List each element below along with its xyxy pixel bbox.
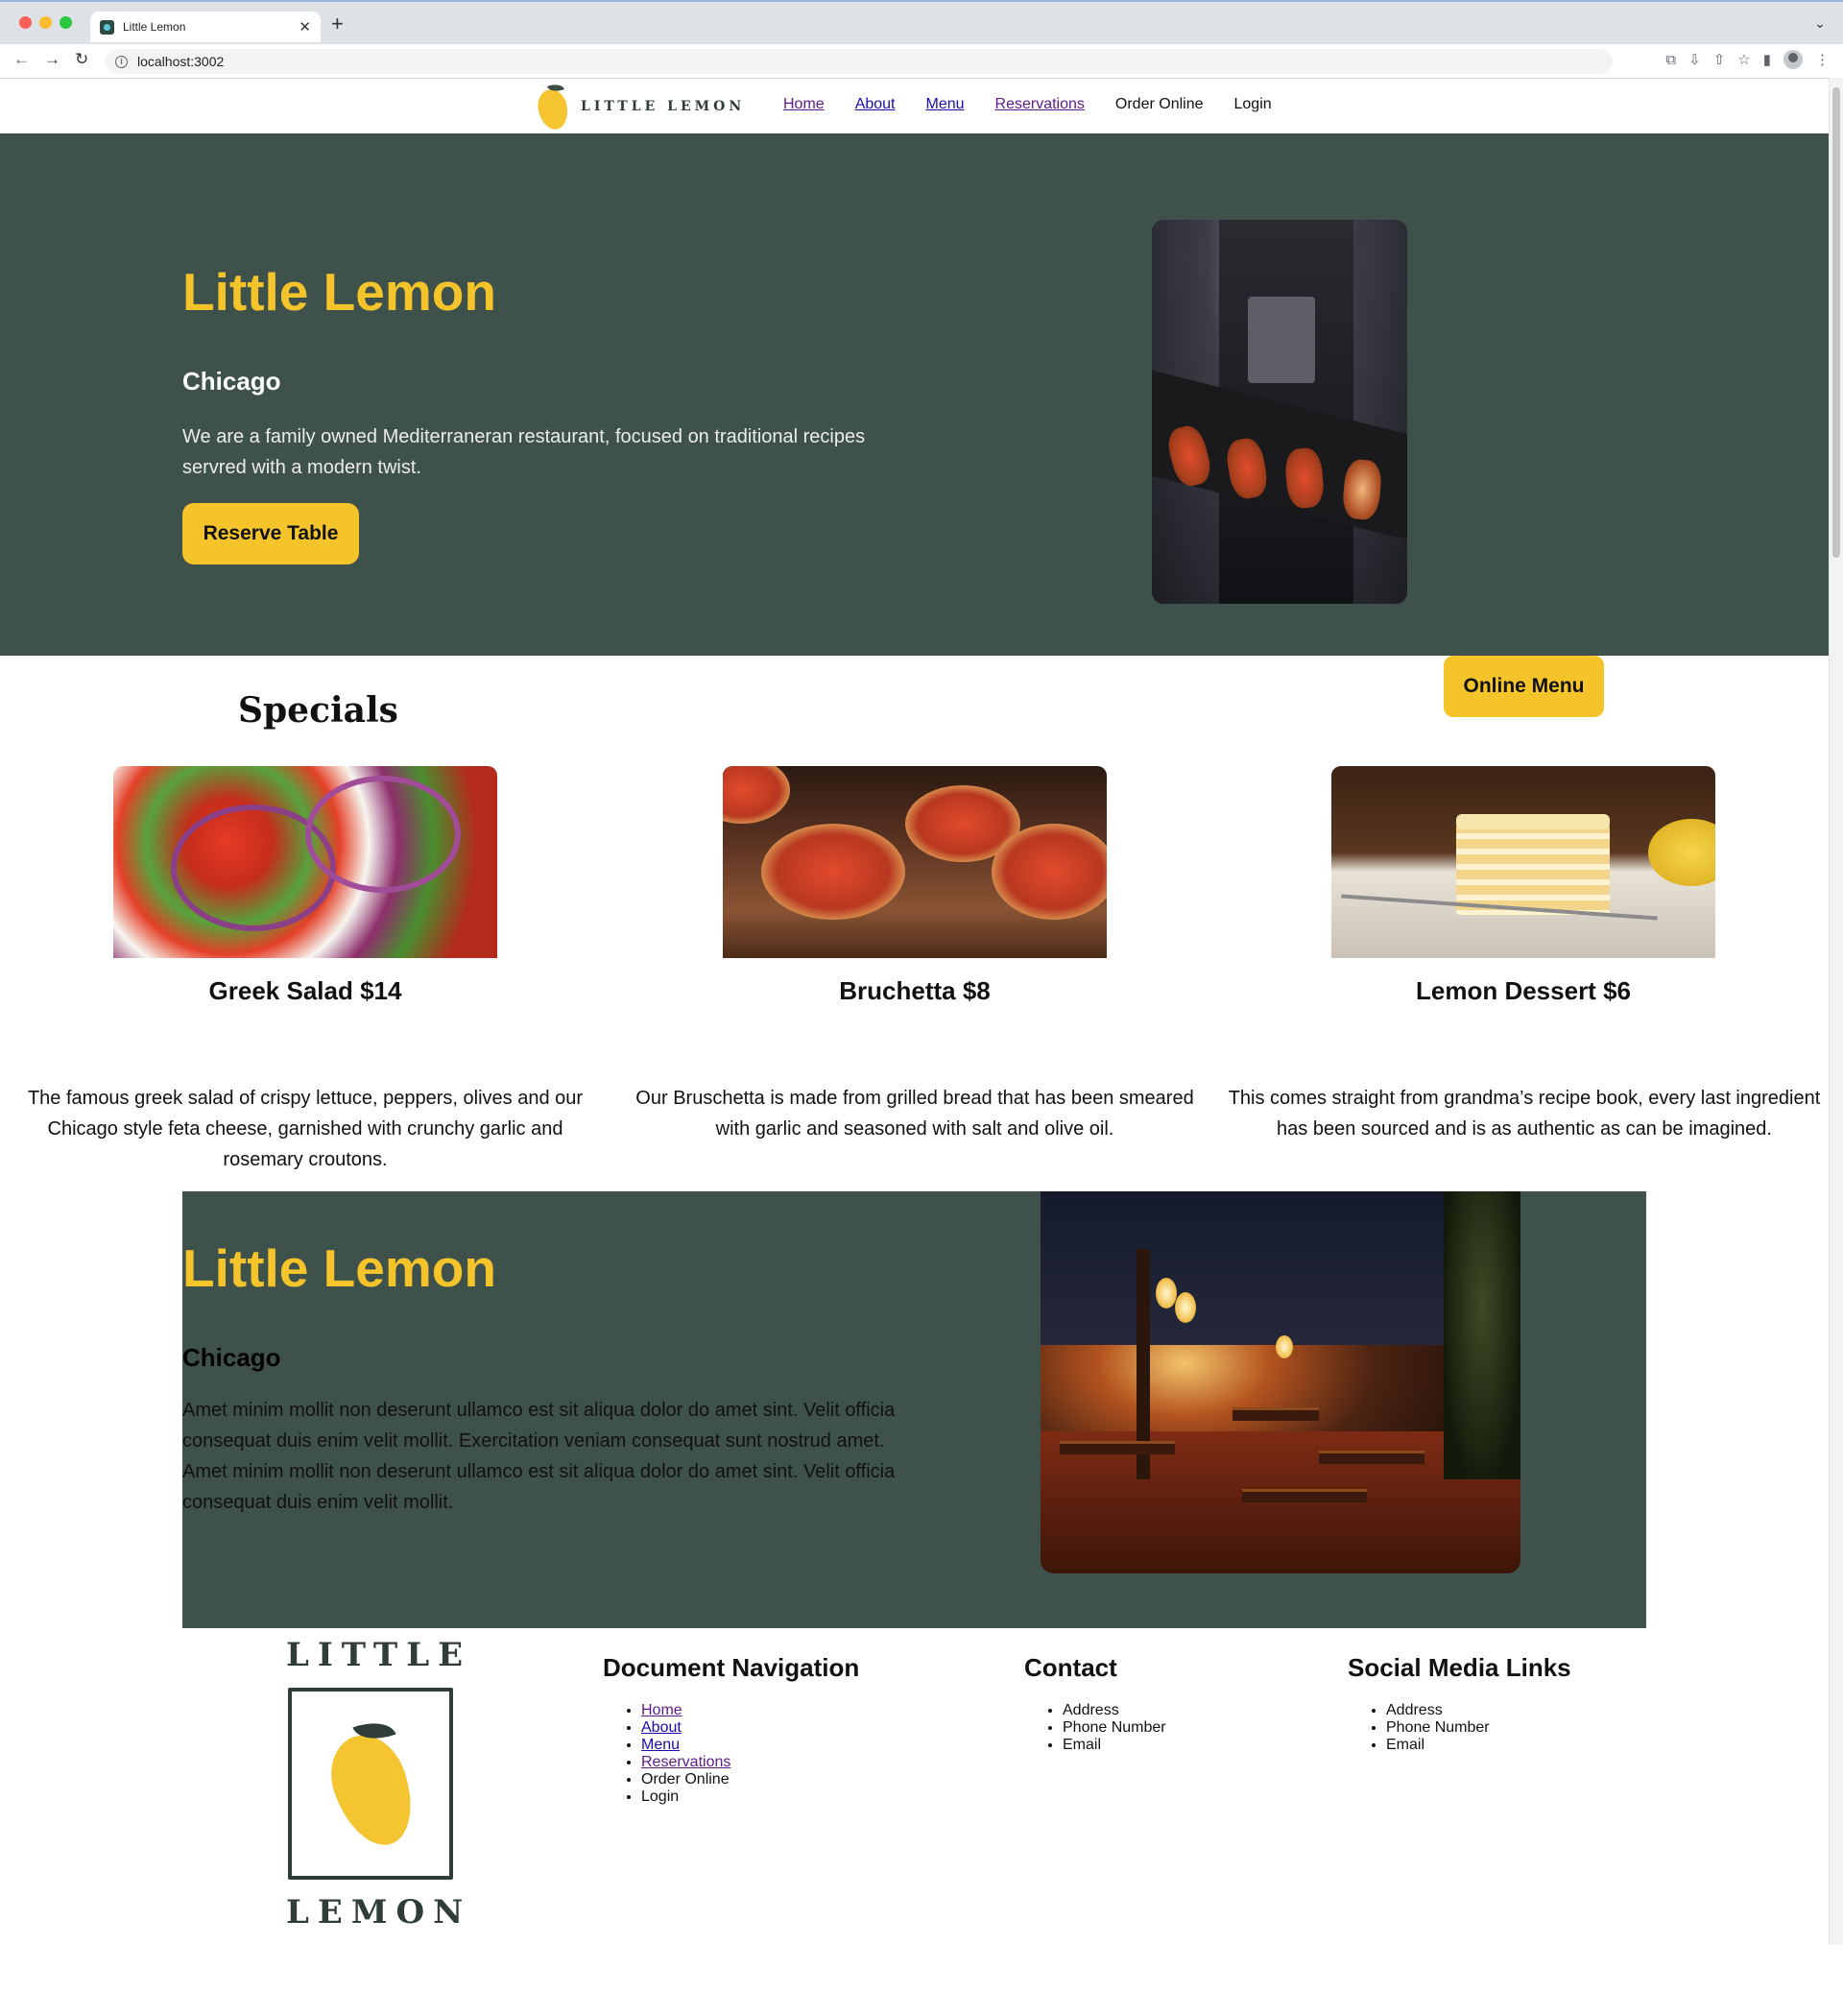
hero-section: Little Lemon Chicago We are a family own…: [0, 133, 1829, 656]
share-icon[interactable]: ⇧: [1713, 51, 1726, 68]
list-item: Phone Number: [1063, 1719, 1166, 1737]
nav-login[interactable]: Login: [1234, 96, 1272, 113]
about-wrapper: Little Lemon Chicago Amet minim mollit n…: [0, 1191, 1829, 1628]
more-menu-icon[interactable]: ⋮: [1815, 51, 1830, 68]
nav-reservations[interactable]: Reservations: [995, 96, 1085, 113]
footer-contact: Contact Address Phone Number Email: [1024, 1653, 1166, 1754]
footer-contact-heading: Contact: [1024, 1653, 1117, 1682]
footer-link-about[interactable]: About: [641, 1719, 682, 1736]
special-desc-lemon-dessert: This comes straight from grandma’s recip…: [1228, 1088, 1821, 1140]
restaurant-terrace-image: [1041, 1191, 1520, 1573]
footer-social-heading: Social Media Links: [1348, 1653, 1571, 1682]
new-tab-icon[interactable]: +: [331, 12, 344, 36]
about-city: Chicago: [182, 1343, 281, 1372]
list-item: Order Online: [641, 1771, 859, 1788]
scrollbar-thumb[interactable]: [1832, 87, 1840, 558]
about-section: Little Lemon Chicago Amet minim mollit n…: [182, 1191, 1646, 1628]
footer-social: Social Media Links Address Phone Number …: [1348, 1653, 1571, 1754]
address-bar-url: localhost:3002: [137, 54, 225, 69]
nav-about[interactable]: About: [855, 96, 896, 113]
back-arrow-icon[interactable]: ←: [13, 50, 30, 69]
footer-logo-bottom-text: LEMON: [286, 1893, 472, 1932]
window-controls: [19, 16, 72, 29]
list-item: Phone Number: [1386, 1719, 1571, 1737]
toolbar-actions: ⧉ ⇩ ⇧ ☆ ▮ ⋮: [1665, 50, 1830, 69]
close-tab-icon[interactable]: ✕: [299, 18, 311, 36]
browser-tab[interactable]: Little Lemon ✕: [90, 12, 321, 42]
list-item: Email: [1386, 1737, 1571, 1754]
site-footer: LITTLE LEMON Document Navigation Home Ab…: [0, 1628, 1829, 1945]
reload-icon[interactable]: ↻: [75, 50, 88, 69]
site-logo[interactable]: LITTLE LEMON: [534, 80, 746, 132]
footer-contact-list: Address Phone Number Email: [1063, 1702, 1166, 1754]
online-menu-button[interactable]: Online Menu: [1444, 656, 1604, 717]
footer-link-home[interactable]: Home: [641, 1702, 682, 1718]
profile-avatar-icon[interactable]: [1783, 50, 1803, 69]
hero-description: We are a family owned Mediterraneran res…: [182, 426, 866, 478]
site-info-icon[interactable]: i: [115, 55, 128, 68]
list-item: Home: [641, 1702, 859, 1719]
hero-title: Little Lemon: [182, 262, 496, 322]
footer-doc-nav: Document Navigation Home About Menu Rese…: [603, 1653, 859, 1806]
greek-salad-image: [113, 766, 497, 958]
special-title-greek-salad: Greek Salad $14: [208, 976, 402, 1005]
side-panel-icon[interactable]: ▮: [1763, 51, 1771, 68]
footer-doc-nav-list: Home About Menu Reservations Order Onlin…: [641, 1702, 859, 1806]
list-item: Menu: [641, 1737, 859, 1754]
specials-heading: Specials: [238, 690, 398, 731]
tab-search-chevron-icon[interactable]: ⌄: [1814, 15, 1826, 32]
site-header: LITTLE LEMON Home About Menu Reservation…: [0, 78, 1829, 133]
lemon-logo-icon: [534, 80, 572, 132]
page-scrollbar[interactable]: [1829, 78, 1843, 1945]
list-item: Address: [1063, 1702, 1166, 1719]
lemon-dessert-image: [1331, 766, 1715, 958]
hero-food-image: [1152, 220, 1407, 604]
about-title: Little Lemon: [182, 1238, 496, 1298]
footer-social-list: Address Phone Number Email: [1386, 1702, 1571, 1754]
list-item: Email: [1063, 1737, 1166, 1754]
bookmark-star-icon[interactable]: ☆: [1737, 51, 1750, 68]
special-title-lemon-dessert: Lemon Dessert $6: [1416, 976, 1631, 1005]
list-item: Address: [1386, 1702, 1571, 1719]
react-favicon-icon: [100, 19, 114, 35]
close-window-button[interactable]: [19, 16, 32, 29]
footer-link-order-online[interactable]: Order Online: [641, 1771, 730, 1788]
nav-order-online[interactable]: Order Online: [1115, 96, 1204, 113]
footer-link-menu[interactable]: Menu: [641, 1737, 680, 1753]
list-item: Reservations: [641, 1754, 859, 1771]
open-in-app-icon[interactable]: ⧉: [1665, 52, 1676, 68]
bruschetta-image: [723, 766, 1107, 958]
hero-city: Chicago: [182, 367, 281, 396]
tab-title: Little Lemon: [123, 20, 186, 34]
specials-section: Specials Online Menu Greek Salad $14 Bru…: [0, 656, 1829, 1193]
special-desc-bruchetta: Our Bruschetta is made from grilled brea…: [635, 1088, 1194, 1140]
footer-logo-top-text: LITTLE: [286, 1636, 472, 1674]
about-description: Amet minim mollit non deserunt ullamco e…: [182, 1400, 896, 1513]
footer-link-reservations[interactable]: Reservations: [641, 1754, 730, 1770]
reserve-table-button[interactable]: Reserve Table: [182, 503, 359, 564]
special-desc-greek-salad: The famous greek salad of crispy lettuce…: [27, 1088, 584, 1170]
footer-doc-nav-heading: Document Navigation: [603, 1653, 860, 1682]
list-item: Login: [641, 1788, 859, 1806]
footer-logo[interactable]: LITTLE LEMON: [286, 1636, 472, 1932]
special-title-bruchetta: Bruchetta $8: [839, 976, 991, 1005]
footer-link-login[interactable]: Login: [641, 1788, 679, 1805]
browser-chrome: Little Lemon ✕ + ⌄ ← → ↻ i localhost:300…: [0, 0, 1843, 79]
forward-arrow-icon[interactable]: →: [44, 50, 60, 69]
nav-menu[interactable]: Menu: [926, 96, 965, 113]
list-item: About: [641, 1719, 859, 1737]
maximize-window-button[interactable]: [60, 16, 72, 29]
nav-home[interactable]: Home: [783, 96, 825, 113]
browser-toolbar: ← → ↻ i localhost:3002 ⧉ ⇩ ⇧ ☆ ▮ ⋮: [0, 44, 1843, 79]
install-app-icon[interactable]: ⇩: [1688, 51, 1701, 68]
footer-lemon-logo-icon: [288, 1688, 453, 1880]
main-nav: Home About Menu Reservations Order Onlin…: [783, 96, 1272, 113]
address-bar[interactable]: i localhost:3002: [106, 49, 1613, 74]
minimize-window-button[interactable]: [39, 16, 52, 29]
page-content: LITTLE LEMON Home About Menu Reservation…: [0, 78, 1829, 1932]
logo-text: LITTLE LEMON: [581, 99, 746, 114]
